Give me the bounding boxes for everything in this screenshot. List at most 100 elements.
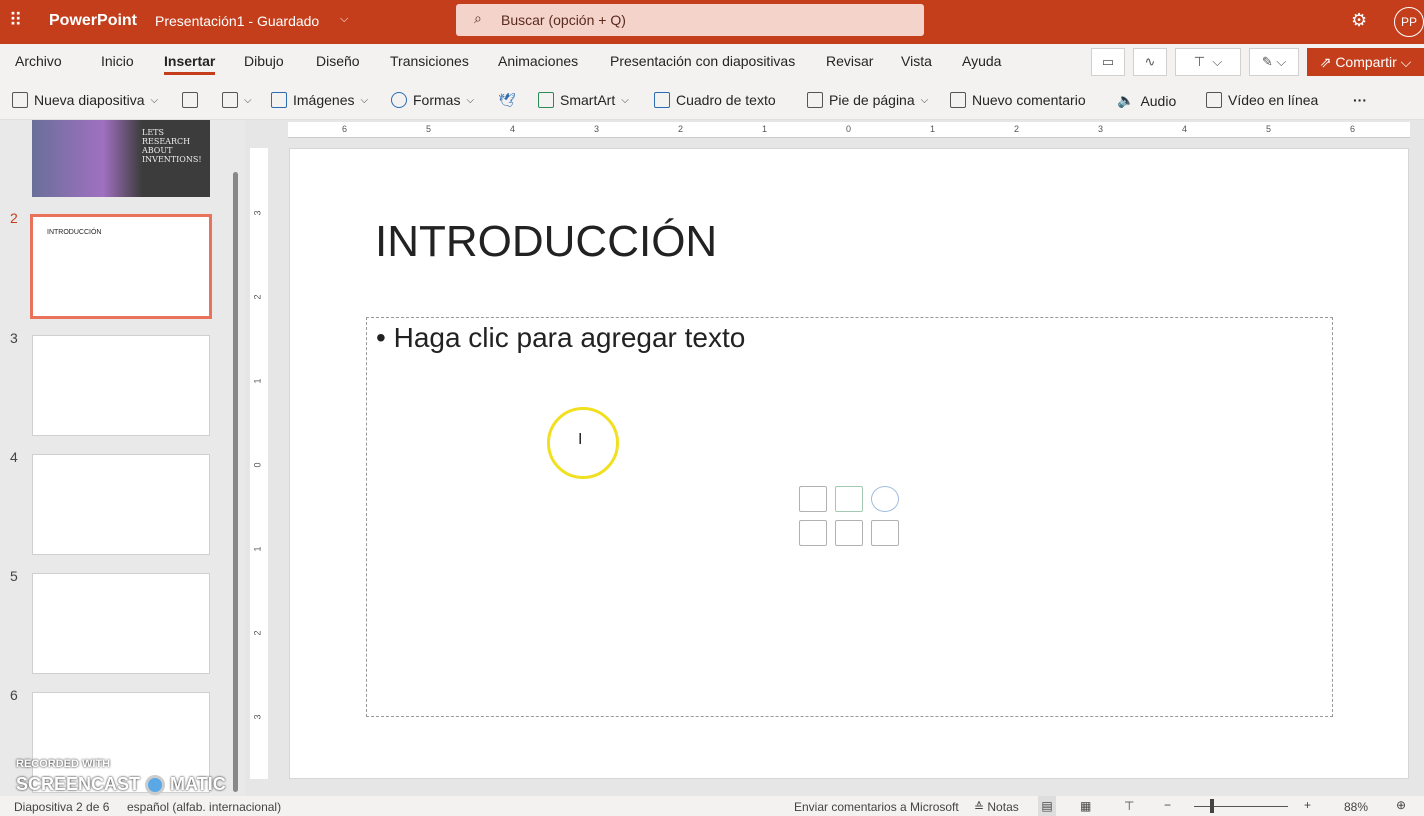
tab-animaciones[interactable]: Animaciones <box>498 53 578 69</box>
activity-icon: ∿ <box>1144 54 1156 69</box>
slide-canvas[interactable]: INTRODUCCIÓN • Haga clic para agregar te… <box>289 148 1409 779</box>
search-input[interactable]: ⌕ Buscar (opción + Q) <box>456 4 924 36</box>
editing-mode-button[interactable]: ✎ ⌵ <box>1249 48 1299 76</box>
images-button[interactable]: Imágenes ⌵ <box>271 92 368 108</box>
tab-ayuda[interactable]: Ayuda <box>962 53 1001 69</box>
comments-button[interactable]: ▭ <box>1091 48 1125 76</box>
insert-video-icon[interactable] <box>871 520 899 546</box>
vertical-ruler: 3 2 1 0 1 2 3 <box>250 148 268 779</box>
chevron-down-icon[interactable]: ⌵ <box>340 13 348 26</box>
ruler-tick-label: 1 <box>930 124 936 134</box>
ruler-tick-label: 2 <box>252 294 263 300</box>
tab-vista[interactable]: Vista <box>901 53 932 69</box>
comment-add-icon <box>950 92 966 108</box>
share-icon: ⇗ <box>1319 53 1336 70</box>
insert-picture-icon[interactable] <box>799 520 827 546</box>
textbox-button[interactable]: Cuadro de texto <box>654 92 776 108</box>
smartart-icon <box>538 92 554 108</box>
ruler-tick-label: 3 <box>1098 124 1104 134</box>
new-comment-button[interactable]: Nuevo comentario <box>950 92 1086 108</box>
slide-title[interactable]: INTRODUCCIÓN <box>375 217 717 267</box>
zoom-level[interactable]: 88% <box>1344 800 1368 814</box>
slide-sorter-icon[interactable]: ▦ <box>1080 799 1091 813</box>
ruler-tick-label: 0 <box>846 124 852 134</box>
ruler-tick-label: 3 <box>252 714 263 720</box>
more-button[interactable]: ··· <box>1353 92 1367 108</box>
tab-transiciones[interactable]: Transiciones <box>390 53 469 69</box>
content-placeholder[interactable]: • Haga clic para agregar texto <box>366 317 1333 717</box>
bird-icon: 🕊 <box>498 92 516 108</box>
ribbon-toolbar: Nueva diapositiva ⌵ ⌵ Imágenes ⌵ Formas ⌵ 🕊… <box>0 80 1424 120</box>
slide-thumbnail-5[interactable] <box>32 573 210 674</box>
insert-icon-icon[interactable] <box>871 486 899 512</box>
smartart-button[interactable]: SmartArt ⌵ <box>538 92 629 108</box>
slide-thumbnail-3[interactable] <box>32 335 210 436</box>
placeholder-text: Haga clic para agregar texto <box>393 322 746 353</box>
video-button[interactable]: Vídeo en línea <box>1206 92 1318 108</box>
ruler-tick-label: 6 <box>1350 124 1356 134</box>
tab-dibujo[interactable]: Dibujo <box>244 53 284 69</box>
document-title[interactable]: Presentación1 - Guardado <box>155 13 319 29</box>
footer-button[interactable]: Pie de página ⌵ <box>807 92 928 108</box>
reading-view-icon[interactable]: ⊤ <box>1124 799 1134 813</box>
screencast-watermark: RECORDED WITH SCREENCAST MATIC <box>16 758 226 796</box>
ruler-tick-label: 1 <box>762 124 768 134</box>
ruler-tick-label: 3 <box>252 210 263 216</box>
insert-content-icons <box>799 486 899 546</box>
insert-smartart-icon[interactable] <box>835 486 863 512</box>
normal-view-icon[interactable]: ▤ <box>1038 796 1056 816</box>
icons-button[interactable]: 🕊 <box>498 92 516 109</box>
ruler-tick-label: 6 <box>342 124 348 134</box>
tab-insertar[interactable]: Insertar <box>164 53 216 75</box>
ruler-tick-label: 0 <box>252 462 263 468</box>
thumbnails-scrollbar[interactable] <box>233 172 238 792</box>
image-icon <box>271 92 287 108</box>
present-icon: ⊤ ⌵ <box>1193 54 1223 69</box>
textbox-icon <box>654 92 670 108</box>
zoom-in-button[interactable]: + <box>1304 798 1311 812</box>
status-bar: Diapositiva 2 de 6 español (alfab. inter… <box>0 796 1424 816</box>
ruler-tick-label: 1 <box>252 546 263 552</box>
language-status[interactable]: español (alfab. internacional) <box>127 800 281 814</box>
insert-stock-image-icon[interactable] <box>835 520 863 546</box>
ruler-tick-label: 2 <box>678 124 684 134</box>
tab-presentacion[interactable]: Presentación con diapositivas <box>610 53 795 69</box>
table-button[interactable]: ⌵ <box>222 92 252 108</box>
gear-icon[interactable]: ⚙ <box>1351 10 1367 31</box>
zoom-slider-thumb[interactable] <box>1210 799 1214 813</box>
slide-thumbnail-2[interactable]: INTRODUCCIÓN <box>30 214 212 319</box>
share-button[interactable]: ⇗ Compartir ⌵ <box>1307 48 1424 76</box>
fit-slide-icon[interactable]: ⊕ <box>1396 798 1406 812</box>
tab-diseno[interactable]: Diseño <box>316 53 360 69</box>
slide-thumbnail-1[interactable]: LETS RESEARCH ABOUT INVENTIONS! <box>32 120 210 197</box>
ruler-tick-label: 4 <box>1182 124 1188 134</box>
slide-search-button[interactable] <box>182 92 198 108</box>
ruler-tick-label: 4 <box>510 124 516 134</box>
shapes-icon <box>391 92 407 108</box>
zoom-out-button[interactable]: − <box>1164 798 1171 812</box>
app-launcher-icon[interactable]: ⠿ <box>9 10 22 31</box>
tab-inicio[interactable]: Inicio <box>101 53 134 69</box>
shapes-button[interactable]: Formas ⌵ <box>391 92 474 108</box>
zoom-slider[interactable] <box>1194 806 1288 807</box>
activity-button[interactable]: ∿ <box>1133 48 1167 76</box>
insert-table-icon[interactable] <box>799 486 827 512</box>
comment-icon: ▭ <box>1101 54 1115 69</box>
ruler-tick-label: 2 <box>1014 124 1020 134</box>
present-button[interactable]: ⊤ ⌵ <box>1175 48 1241 76</box>
table-icon <box>222 92 238 108</box>
video-icon <box>1206 92 1222 108</box>
feedback-link[interactable]: Enviar comentarios a Microsoft <box>794 800 959 814</box>
new-slide-button[interactable]: Nueva diapositiva ⌵ <box>12 92 158 108</box>
notes-button[interactable]: ≙ Notas <box>974 800 1019 814</box>
tab-archivo[interactable]: Archivo <box>15 53 62 69</box>
avatar[interactable]: PP <box>1394 7 1424 37</box>
text-cursor-icon: I <box>578 431 583 448</box>
footer-icon <box>807 92 823 108</box>
search-icon: ⌕ <box>474 10 482 26</box>
slide-thumbnail-4[interactable] <box>32 454 210 555</box>
tab-revisar[interactable]: Revisar <box>826 53 873 69</box>
app-name: PowerPoint <box>49 12 138 29</box>
cursor-highlight <box>547 407 619 479</box>
audio-button[interactable]: 🔈 Audio <box>1117 92 1176 109</box>
